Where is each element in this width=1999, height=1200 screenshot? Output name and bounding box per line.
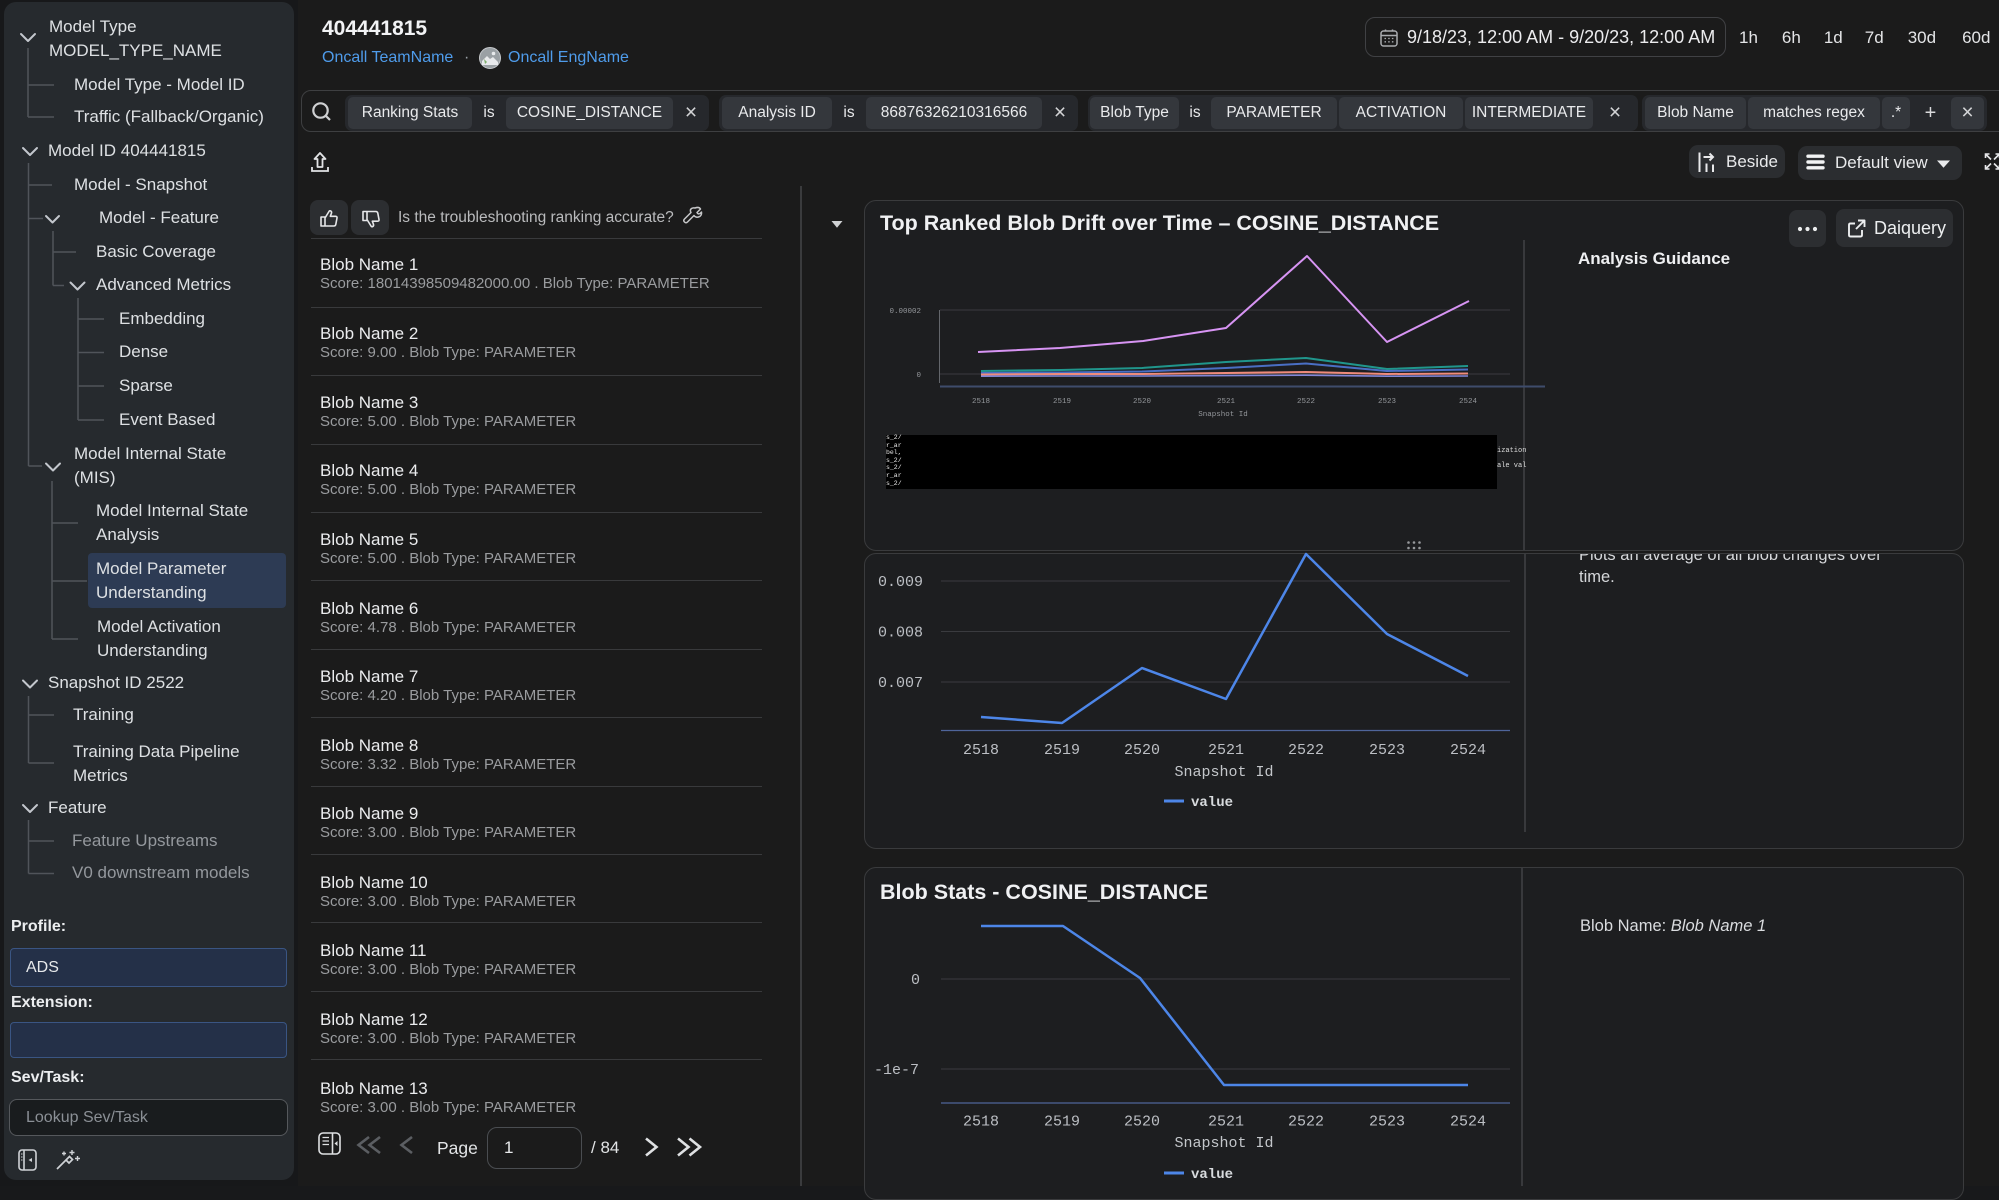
svg-text:2518: 2518: [972, 398, 990, 406]
svg-text:2523: 2523: [1369, 1114, 1405, 1131]
svg-text:2523: 2523: [1378, 398, 1397, 406]
svg-text:value: value: [1191, 1167, 1233, 1183]
svg-text:2519: 2519: [1053, 398, 1071, 406]
svg-text:0: 0: [916, 372, 921, 380]
svg-text:-1e-7: -1e-7: [874, 1062, 919, 1079]
svg-text:0.00002: 0.00002: [889, 308, 921, 316]
svg-text:0.008: 0.008: [878, 625, 923, 642]
svg-text:2521: 2521: [1208, 1114, 1244, 1131]
svg-text:2521: 2521: [1217, 398, 1236, 406]
svg-text:2523: 2523: [1369, 742, 1405, 759]
svg-text:2522: 2522: [1288, 742, 1324, 759]
svg-text:0.007: 0.007: [878, 675, 923, 692]
svg-text:2520: 2520: [1124, 742, 1160, 759]
svg-text:0: 0: [911, 972, 920, 989]
svg-text:2518: 2518: [963, 1114, 999, 1131]
svg-text:2520: 2520: [1133, 398, 1152, 406]
svg-text:Snapshot Id: Snapshot Id: [1198, 411, 1248, 419]
svg-text:Snapshot Id: Snapshot Id: [1174, 764, 1273, 781]
svg-text:2519: 2519: [1044, 1114, 1080, 1131]
svg-text:Snapshot Id: Snapshot Id: [1174, 1135, 1273, 1152]
svg-text:2521: 2521: [1208, 742, 1244, 759]
svg-text:2524: 2524: [1450, 1114, 1486, 1131]
svg-text:2520: 2520: [1124, 1114, 1160, 1131]
svg-text:2524: 2524: [1459, 398, 1478, 406]
svg-text:2524: 2524: [1450, 742, 1486, 759]
svg-text:2519: 2519: [1044, 742, 1080, 759]
svg-text:0.009: 0.009: [878, 574, 923, 591]
svg-text:2522: 2522: [1288, 1114, 1324, 1131]
svg-text:2522: 2522: [1297, 398, 1315, 406]
svg-text:value: value: [1191, 795, 1233, 811]
svg-text:2518: 2518: [963, 742, 999, 759]
